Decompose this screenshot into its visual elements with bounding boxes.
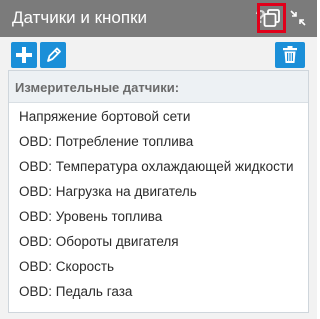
add-button[interactable] xyxy=(11,42,37,68)
sensor-list: Измерительные датчики: Напряжение бортов… xyxy=(8,70,309,313)
edit-button[interactable] xyxy=(40,42,66,68)
list-item[interactable]: OBD: Потребление топлива xyxy=(9,129,308,154)
sensors-panel: Датчики и кнопки ? Измерительные датчики… xyxy=(0,0,317,319)
section-title: Измерительные датчики: xyxy=(15,80,180,95)
list-item[interactable]: OBD: Скорость xyxy=(9,254,308,279)
section-header: Измерительные датчики: xyxy=(9,71,308,103)
list-item[interactable]: OBD: Нагрузка на двигатель xyxy=(9,179,308,204)
trash-icon xyxy=(283,46,297,63)
delete-button[interactable] xyxy=(275,42,305,68)
panel-header: Датчики и кнопки ? xyxy=(0,0,317,37)
list-item[interactable]: OBD: Температура охлаждающей жидкости xyxy=(9,154,308,179)
sensor-items: Напряжение бортовой сети OBD: Потреблени… xyxy=(9,104,308,304)
panel-title: Датчики и кнопки xyxy=(12,8,148,27)
list-item[interactable]: OBD: Уровень топлива xyxy=(9,204,308,229)
toolbar xyxy=(11,42,305,69)
collapse-icon[interactable] xyxy=(289,9,307,27)
pen-icon xyxy=(47,47,61,62)
list-item[interactable]: OBD: Педаль газа xyxy=(9,279,308,304)
plus-icon xyxy=(16,47,32,63)
list-item[interactable]: Напряжение бортовой сети xyxy=(9,104,308,129)
copy-icon[interactable] xyxy=(262,8,282,28)
list-item[interactable]: OBD: Обороты двигателя xyxy=(9,229,308,254)
